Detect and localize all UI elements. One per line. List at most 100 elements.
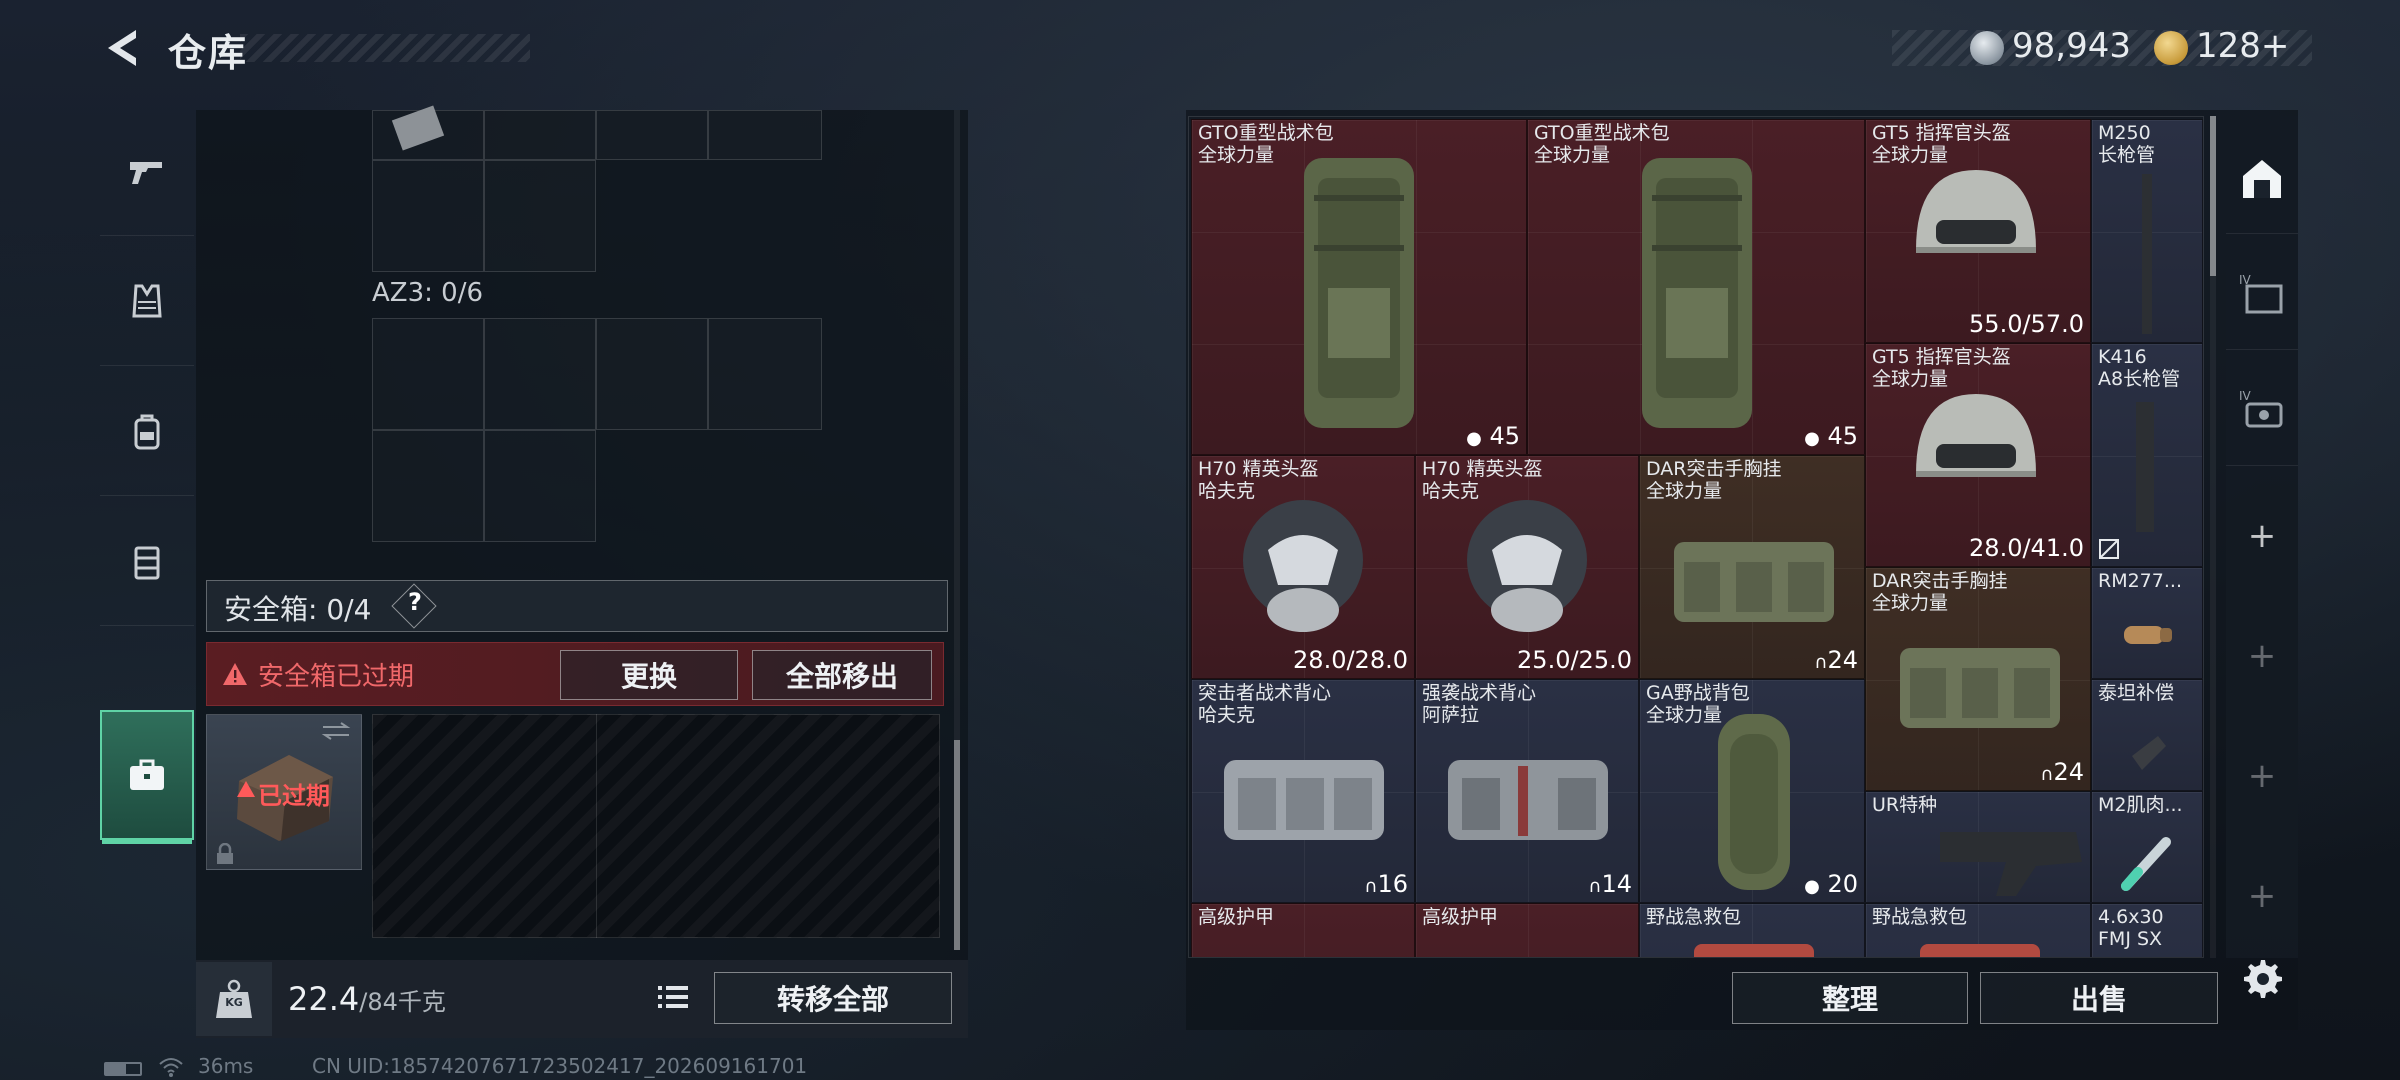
item-brand: 哈夫克	[1198, 704, 1256, 726]
battery-icon	[104, 1062, 142, 1076]
item-stat: ∩24	[1814, 646, 1858, 674]
slot-divider	[596, 714, 597, 938]
left-nav	[100, 106, 194, 862]
safebox-capacity-label: 安全箱: 0/4	[224, 593, 372, 626]
safebox-slot-area[interactable]	[372, 714, 940, 938]
az3-slot[interactable]	[372, 430, 484, 542]
silver-coin-icon	[1970, 31, 2004, 65]
item-name: M2肌肉...	[2098, 794, 2183, 816]
item-brand: 全球力量	[1534, 144, 1611, 166]
slot-cell[interactable]	[372, 160, 484, 272]
syringe-icon	[2121, 837, 2171, 891]
item-durability: 28.0/41.0	[1969, 534, 2084, 562]
carry-weight: 22.4/84千克	[288, 980, 446, 1018]
list-view-icon[interactable]	[652, 976, 694, 1018]
help-icon-glyph: ?	[408, 588, 422, 616]
weight-icon-label: KG	[225, 996, 243, 1009]
add-tab-button[interactable]: +	[2226, 506, 2298, 566]
slot-cell[interactable]	[596, 110, 708, 160]
item-stat-value: 24	[2053, 758, 2084, 786]
inventory-item[interactable]: 高级护甲	[1415, 903, 1639, 957]
item-brand: 长枪管	[2098, 144, 2156, 166]
transfer-all-button[interactable]: 转移全部	[714, 972, 952, 1024]
inventory-item[interactable]: 高级护甲	[1191, 903, 1415, 957]
az3-slot[interactable]	[372, 318, 484, 430]
carry-weight-max: /84千克	[359, 988, 446, 1016]
vest-icon	[132, 284, 162, 317]
inventory-item[interactable]: GT5 指挥官头盔 全球力量 28.0/41.0	[1865, 343, 2091, 567]
item-stat: ● 20	[1804, 870, 1858, 898]
inventory-item[interactable]: RM277...	[2091, 567, 2203, 679]
inventory-item[interactable]: GTO重型战术包 全球力量 ● 45	[1191, 119, 1527, 455]
tab-storage-box[interactable]: IV	[2226, 240, 2298, 350]
az3-slot[interactable]	[484, 318, 596, 430]
az3-slot[interactable]	[596, 318, 708, 430]
inventory-item[interactable]: H70 精英头盔 哈夫克 25.0/25.0	[1415, 455, 1639, 679]
back-arrow-icon[interactable]	[100, 24, 148, 72]
stock-icon	[1940, 832, 2082, 896]
item-name: 野战急救包	[1646, 906, 1742, 928]
loadout-scrollbar-thumb[interactable]	[954, 740, 960, 950]
az3-slot[interactable]	[708, 318, 822, 430]
inventory-item[interactable]: M2肌肉...	[2091, 791, 2203, 903]
silver-coin-amount[interactable]: 98,943	[2012, 26, 2131, 66]
az3-capacity-label: AZ3: 0/6	[372, 278, 484, 308]
inventory-item[interactable]: 泰坦补偿	[2091, 679, 2203, 791]
nav-item-armor[interactable]	[100, 236, 194, 366]
sell-button[interactable]: 出售	[1980, 972, 2218, 1024]
move-all-out-button[interactable]: 全部移出	[752, 650, 932, 700]
replace-button[interactable]: 更换	[560, 650, 738, 700]
lock-icon	[217, 843, 233, 864]
inventory-item[interactable]: 突击者战术背心 哈夫克 ∩16	[1191, 679, 1415, 903]
add-tab-button[interactable]: +	[2226, 866, 2298, 926]
title-decoration	[240, 34, 530, 62]
helmet-icon	[1467, 500, 1587, 632]
slot-cell[interactable]	[708, 110, 822, 160]
nav-item-backpack[interactable]	[100, 366, 194, 496]
inventory-item[interactable]: DAR突击手胸挂 全球力量 ∩24	[1865, 567, 2091, 791]
safebox-expired-text: 安全箱已过期	[258, 662, 415, 692]
slot-cell[interactable]	[484, 160, 596, 272]
add-tab-button[interactable]: +	[2226, 746, 2298, 806]
inventory-item[interactable]: 野战急救包	[1639, 903, 1865, 957]
slot-cell[interactable]	[484, 110, 596, 160]
inventory-item[interactable]: GT5 指挥官头盔 全球力量 55.0/57.0	[1865, 119, 2091, 343]
nav-item-safebox[interactable]	[100, 710, 194, 844]
nav-item-weapons[interactable]	[100, 106, 194, 236]
nav-item-chest-rig[interactable]	[100, 496, 194, 626]
stash-scrollbar-thumb[interactable]	[2210, 116, 2216, 276]
inventory-item[interactable]: M250 长枪管	[2091, 119, 2203, 343]
inventory-item[interactable]: GTO重型战术包 全球力量 ● 45	[1527, 119, 1865, 455]
inventory-item[interactable]: DAR突击手胸挂 全球力量 ∩24	[1639, 455, 1865, 679]
capacity-icon: ●	[1466, 428, 1482, 449]
item-stat: ● 45	[1804, 422, 1858, 450]
inventory-item[interactable]: 野战急救包	[1865, 903, 2091, 957]
carry-weight-current: 22.4	[288, 980, 360, 1018]
item-name: GT5 指挥官头盔	[1872, 122, 2011, 144]
sort-button[interactable]: 整理	[1732, 972, 1968, 1024]
item-stat: ∩24	[2040, 758, 2084, 786]
item-stat: ∩16	[1364, 870, 1408, 898]
swap-icon[interactable]	[319, 721, 353, 741]
item-name: H70 精英头盔	[1422, 458, 1543, 480]
inventory-item[interactable]: H70 精英头盔 哈夫克 28.0/28.0	[1191, 455, 1415, 679]
gold-coin-amount[interactable]: 128+	[2196, 26, 2289, 66]
item-name: GA野战背包	[1646, 682, 1750, 704]
az3-slot[interactable]	[484, 430, 596, 542]
add-tab-button[interactable]: +	[2226, 626, 2298, 686]
inventory-item[interactable]: 强袭战术背心 阿萨拉 ∩14	[1415, 679, 1639, 903]
tab-stash[interactable]	[2226, 124, 2298, 234]
rig-icon: ∩	[1588, 876, 1602, 897]
weight-icon-box: KG	[196, 962, 272, 1036]
item-name: 强袭战术背心	[1422, 682, 1537, 704]
capacity-icon: ●	[1804, 876, 1820, 897]
gear-icon[interactable]	[2236, 954, 2286, 1004]
inventory-item[interactable]: UR特种	[1865, 791, 2091, 903]
inventory-item[interactable]: GA野战背包 全球力量 ● 20	[1639, 679, 1865, 903]
not-allowed-icon	[2099, 539, 2119, 559]
inventory-item[interactable]: K416 A8长枪管	[2091, 343, 2203, 567]
inventory-item[interactable]: 4.6x30 FMJ SX	[2091, 903, 2203, 957]
item-name: K416	[2098, 346, 2147, 368]
item-durability: 25.0/25.0	[1517, 646, 1632, 674]
tab-storage-case[interactable]: IV	[2226, 356, 2298, 466]
